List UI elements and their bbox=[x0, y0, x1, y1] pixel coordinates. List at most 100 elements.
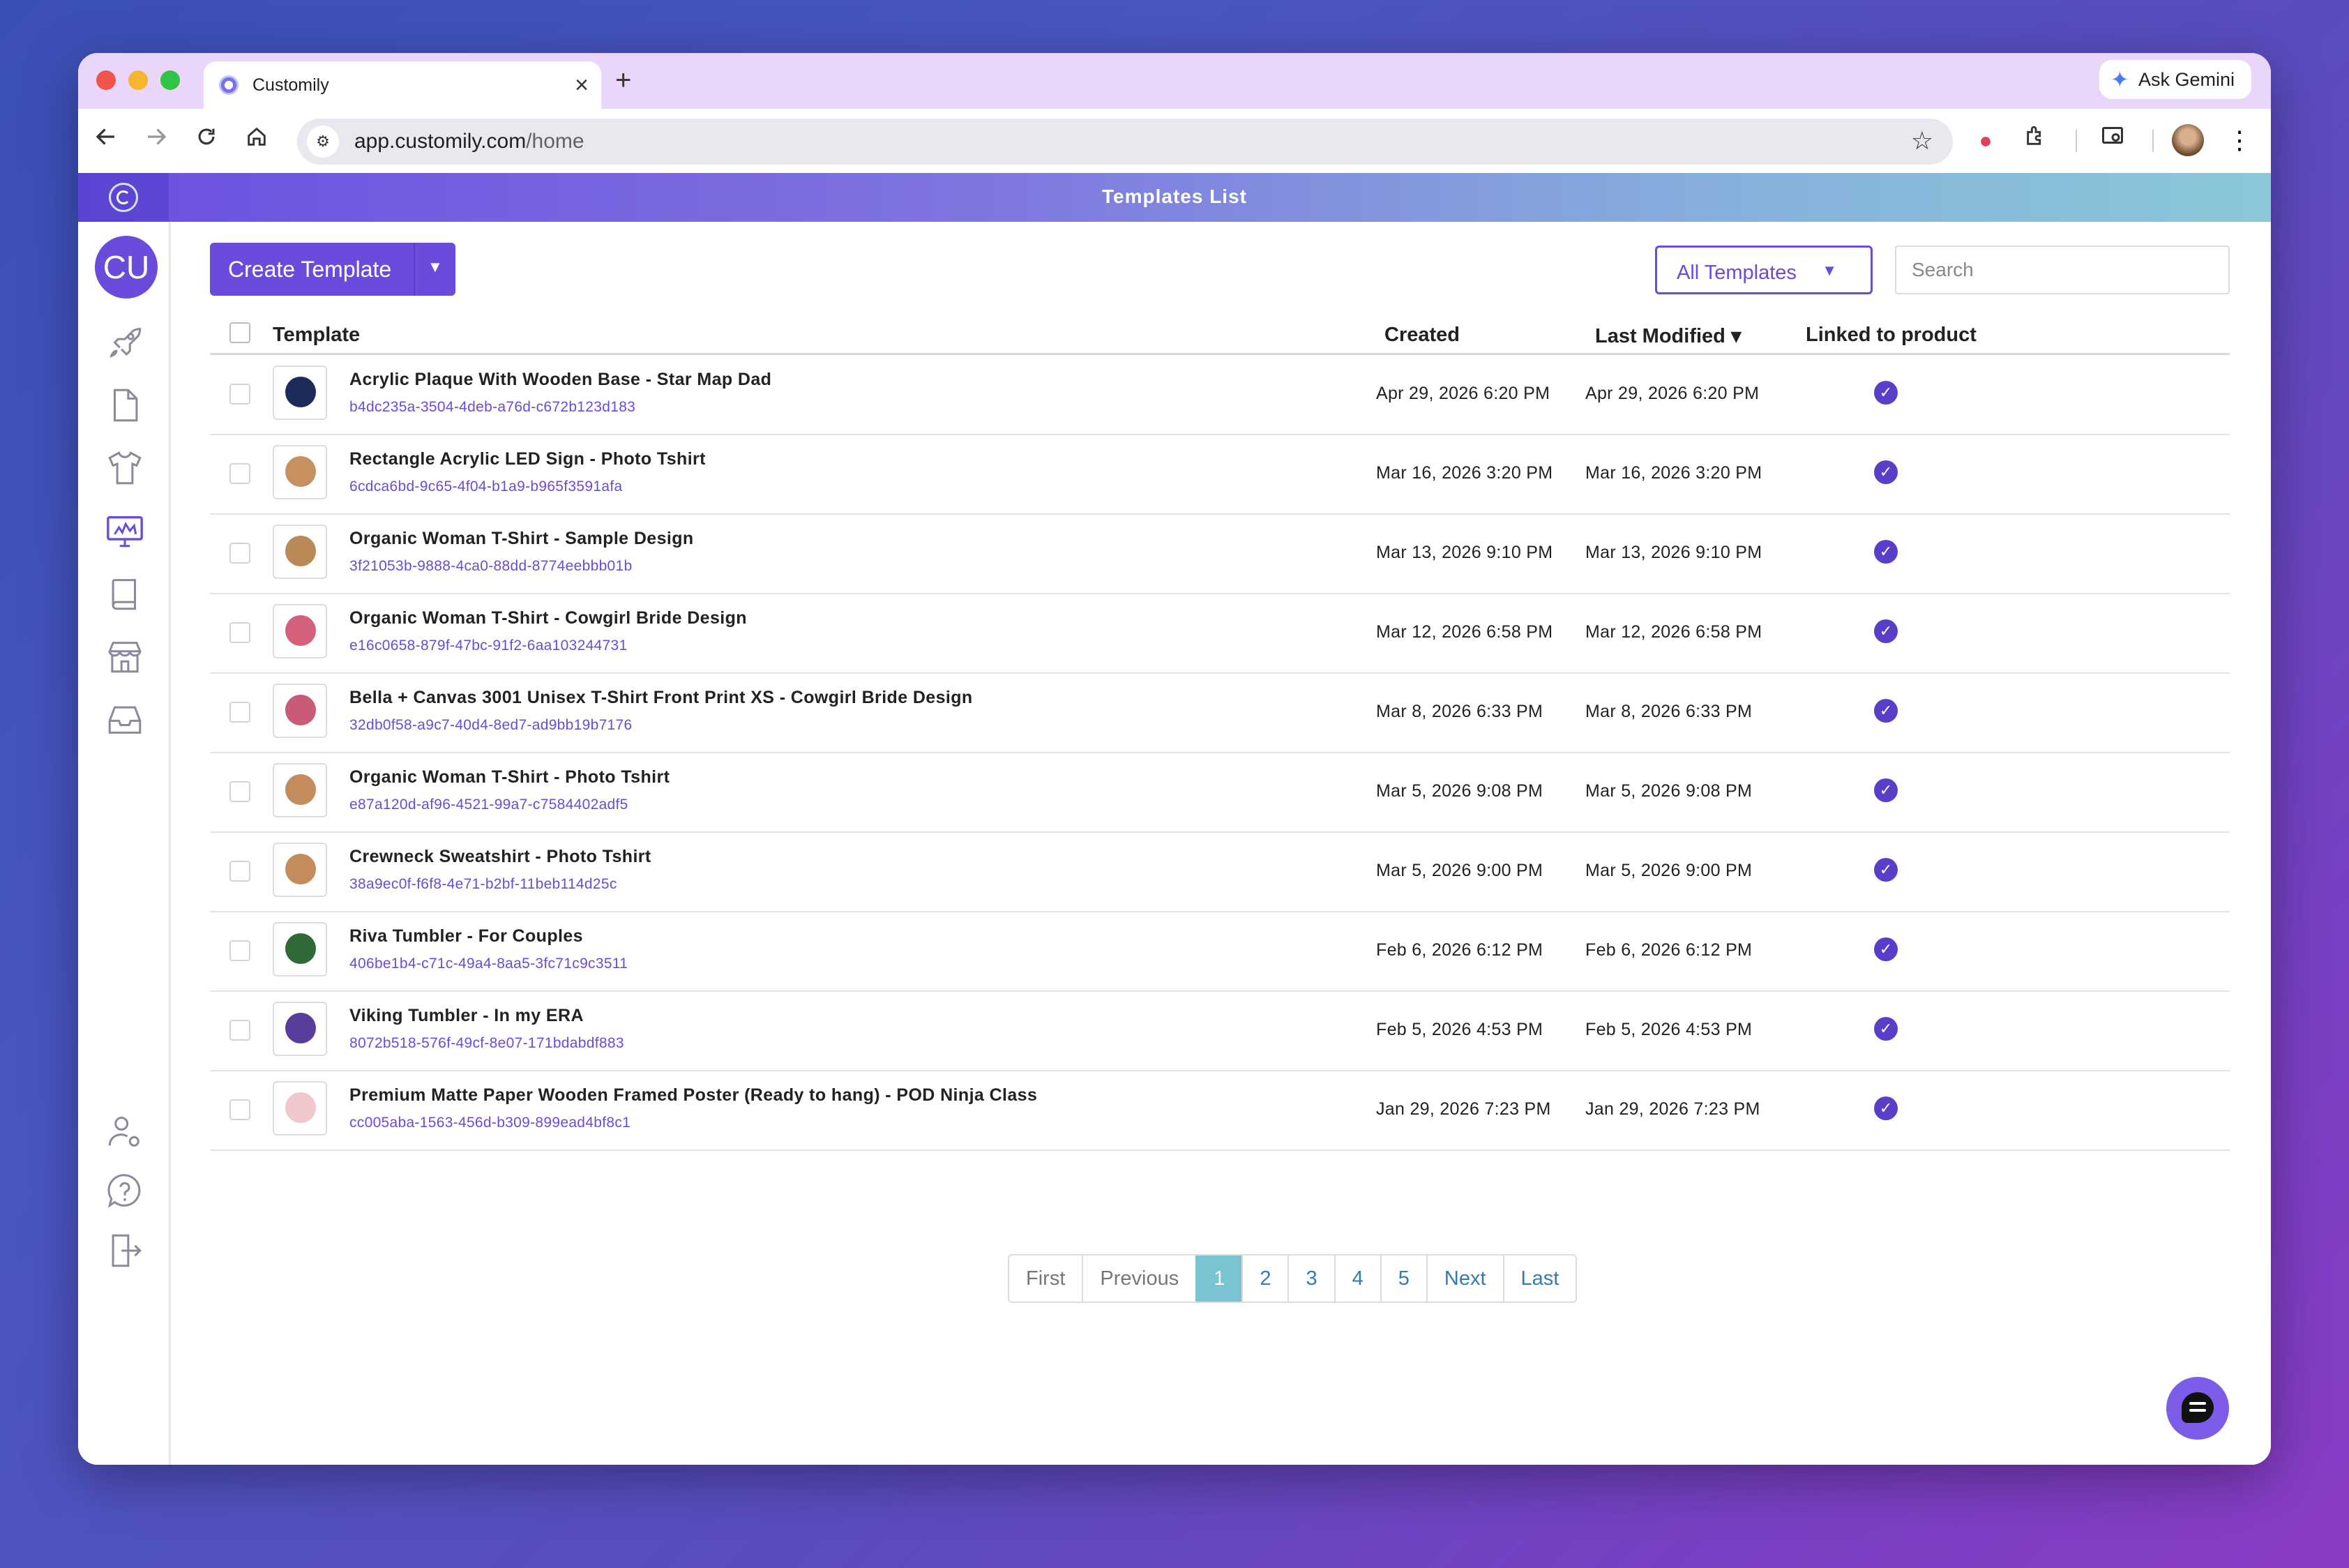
table-row[interactable]: Organic Woman T-Shirt - Cowgirl Bride De… bbox=[210, 593, 2230, 674]
new-tab-button[interactable]: + bbox=[615, 63, 631, 98]
row-checkbox[interactable] bbox=[229, 543, 250, 564]
pagination-first[interactable]: First bbox=[1009, 1256, 1082, 1302]
template-thumbnail[interactable] bbox=[273, 604, 327, 658]
template-thumbnail[interactable] bbox=[273, 1081, 327, 1136]
template-thumbnail[interactable] bbox=[273, 365, 327, 420]
table-row[interactable]: Premium Matte Paper Wooden Framed Poster… bbox=[210, 1070, 2230, 1151]
row-checkbox[interactable] bbox=[229, 622, 250, 643]
user-settings-icon[interactable] bbox=[105, 1112, 145, 1152]
column-header-created[interactable]: Created bbox=[1384, 324, 1460, 347]
tab-close-icon[interactable]: × bbox=[575, 71, 589, 99]
row-checkbox[interactable] bbox=[229, 861, 250, 882]
template-thumbnail[interactable] bbox=[273, 763, 327, 817]
extension-icon[interactable]: ● bbox=[1968, 123, 2003, 158]
row-checkbox[interactable] bbox=[229, 1099, 250, 1120]
column-header-last-modified[interactable]: Last Modified ▾ bbox=[1595, 324, 1742, 348]
template-thumbnail[interactable] bbox=[273, 445, 327, 499]
template-thumbnail[interactable] bbox=[273, 843, 327, 897]
linked-check-icon: ✓ bbox=[1874, 699, 1898, 723]
store-icon[interactable] bbox=[105, 636, 145, 677]
template-name-link[interactable]: Organic Woman T-Shirt - Cowgirl Bride De… bbox=[349, 608, 747, 628]
thumbnail-image bbox=[285, 854, 316, 884]
tshirt-icon[interactable] bbox=[105, 448, 145, 488]
template-id: cc005aba-1563-456d-b309-899ead4bf8c1 bbox=[349, 1115, 631, 1131]
row-checkbox[interactable] bbox=[229, 940, 250, 961]
template-thumbnail[interactable] bbox=[273, 525, 327, 579]
ask-gemini-button[interactable]: ✦ Ask Gemini bbox=[2099, 60, 2251, 99]
template-name-link[interactable]: Organic Woman T-Shirt - Photo Tshirt bbox=[349, 767, 670, 787]
table-row[interactable]: Riva Tumbler - For Couples 406be1b4-c71c-… bbox=[210, 911, 2230, 992]
table-row[interactable]: Bella + Canvas 3001 Unisex T-Shirt Front… bbox=[210, 672, 2230, 753]
chevron-down-icon: ▼ bbox=[1822, 262, 1837, 279]
row-checkbox[interactable] bbox=[229, 1020, 250, 1041]
site-settings-icon[interactable]: ⚙ bbox=[307, 126, 339, 158]
create-template-dropdown-icon[interactable]: ▼ bbox=[428, 258, 443, 276]
template-id: 38a9ec0f-f6f8-4e71-b2bf-11beb114d25c bbox=[349, 876, 617, 892]
row-checkbox[interactable] bbox=[229, 384, 250, 405]
linked-check-icon: ✓ bbox=[1874, 540, 1898, 564]
template-name-link[interactable]: Acrylic Plaque With Wooden Base - Star M… bbox=[349, 370, 771, 390]
last-modified-date: Feb 5, 2026 4:53 PM bbox=[1585, 1020, 1753, 1039]
maximize-window-button[interactable] bbox=[160, 70, 180, 90]
template-name-link[interactable]: Bella + Canvas 3001 Unisex T-Shirt Front… bbox=[349, 688, 973, 708]
back-arrow-icon[interactable] bbox=[89, 124, 123, 158]
close-window-button[interactable] bbox=[96, 70, 116, 90]
template-thumbnail[interactable] bbox=[273, 684, 327, 738]
chat-bubble-icon bbox=[2182, 1392, 2214, 1423]
tab-search-icon[interactable] bbox=[2095, 123, 2130, 158]
extensions-puzzle-icon[interactable] bbox=[2018, 123, 2053, 158]
pagination-page-3[interactable]: 3 bbox=[1287, 1256, 1334, 1302]
inbox-icon[interactable] bbox=[105, 699, 145, 739]
user-avatar[interactable]: CU bbox=[95, 236, 158, 299]
row-checkbox[interactable] bbox=[229, 781, 250, 802]
column-header-linked[interactable]: Linked to product bbox=[1806, 324, 1977, 347]
forward-arrow-icon[interactable] bbox=[139, 124, 173, 158]
select-all-checkbox[interactable] bbox=[229, 322, 250, 343]
table-row[interactable]: Rectangle Acrylic LED Sign - Photo Tshir… bbox=[210, 434, 2230, 515]
table-row[interactable]: Crewneck Sweatshirt - Photo Tshirt 38a9ec… bbox=[210, 831, 2230, 912]
templates-filter-select[interactable]: All Templates ▼ bbox=[1655, 246, 1873, 294]
rocket-icon[interactable] bbox=[105, 322, 145, 363]
help-icon[interactable] bbox=[105, 1172, 145, 1212]
create-template-button[interactable]: Create Template ▼ bbox=[210, 243, 455, 296]
table-row[interactable]: Acrylic Plaque With Wooden Base - Star M… bbox=[210, 354, 2230, 435]
pagination-next[interactable]: Next bbox=[1426, 1256, 1503, 1302]
reload-icon[interactable] bbox=[190, 124, 223, 158]
created-date: Mar 12, 2026 6:58 PM bbox=[1376, 622, 1553, 642]
column-header-template[interactable]: Template bbox=[273, 324, 360, 347]
template-thumbnail[interactable] bbox=[273, 922, 327, 977]
browser-menu-icon[interactable]: ⋮ bbox=[2222, 123, 2257, 158]
profile-avatar[interactable] bbox=[2172, 124, 2204, 156]
pagination-previous[interactable]: Previous bbox=[1082, 1256, 1195, 1302]
bookmark-star-icon[interactable]: ☆ bbox=[1911, 124, 1933, 158]
address-bar[interactable]: ⚙ app.customily.com/home ☆ bbox=[297, 119, 1953, 165]
table-row[interactable]: Organic Woman T-Shirt - Sample Design 3f2… bbox=[210, 513, 2230, 594]
document-icon[interactable] bbox=[105, 385, 145, 425]
template-name-link[interactable]: Organic Woman T-Shirt - Sample Design bbox=[349, 529, 694, 549]
pagination-page-4[interactable]: 4 bbox=[1334, 1256, 1380, 1302]
templates-monitor-icon[interactable] bbox=[105, 511, 145, 551]
browser-tab-customily[interactable]: Customily × bbox=[204, 61, 601, 109]
minimize-window-button[interactable] bbox=[128, 70, 148, 90]
chat-support-button[interactable] bbox=[2166, 1377, 2229, 1440]
template-thumbnail[interactable] bbox=[273, 1002, 327, 1056]
template-name-link[interactable]: Rectangle Acrylic LED Sign - Photo Tshir… bbox=[349, 449, 706, 469]
thumbnail-image bbox=[285, 536, 316, 566]
book-icon[interactable] bbox=[105, 573, 145, 614]
pagination-page-2[interactable]: 2 bbox=[1241, 1256, 1287, 1302]
thumbnail-image bbox=[285, 377, 316, 407]
home-icon[interactable] bbox=[240, 124, 273, 158]
template-name-link[interactable]: Crewneck Sweatshirt - Photo Tshirt bbox=[349, 847, 651, 867]
table-row[interactable]: Organic Woman T-Shirt - Photo Tshirt e87a… bbox=[210, 752, 2230, 833]
row-checkbox[interactable] bbox=[229, 463, 250, 484]
logout-icon[interactable] bbox=[105, 1230, 145, 1271]
template-name-link[interactable]: Premium Matte Paper Wooden Framed Poster… bbox=[349, 1085, 1037, 1106]
template-name-link[interactable]: Viking Tumbler - In my ERA bbox=[349, 1006, 584, 1026]
table-row[interactable]: Viking Tumbler - In my ERA 8072b518-576f-… bbox=[210, 990, 2230, 1071]
search-input[interactable] bbox=[1895, 246, 2230, 294]
pagination-page-5[interactable]: 5 bbox=[1380, 1256, 1426, 1302]
row-checkbox[interactable] bbox=[229, 702, 250, 723]
pagination-page-1[interactable]: 1 bbox=[1195, 1256, 1242, 1302]
pagination-last[interactable]: Last bbox=[1502, 1256, 1576, 1302]
template-name-link[interactable]: Riva Tumbler - For Couples bbox=[349, 926, 583, 947]
